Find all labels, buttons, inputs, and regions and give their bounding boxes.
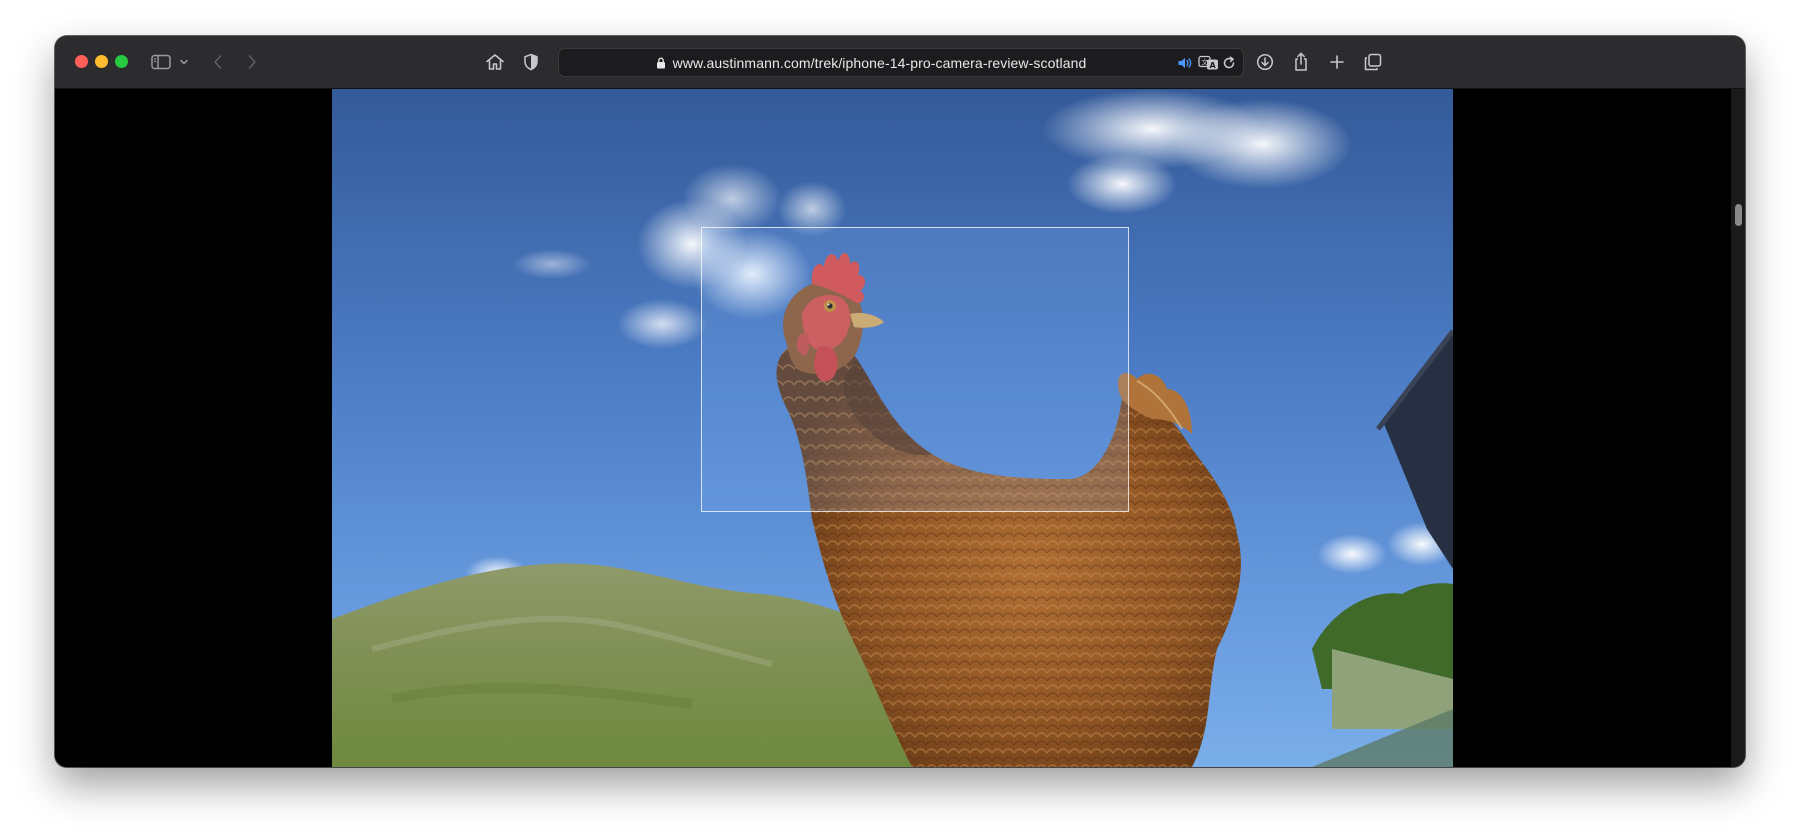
close-window-button[interactable] bbox=[75, 55, 88, 68]
shield-icon[interactable] bbox=[522, 49, 540, 75]
sidebar-icon[interactable] bbox=[150, 49, 172, 75]
svg-text:文: 文 bbox=[1201, 57, 1208, 66]
svg-text:A: A bbox=[1210, 60, 1217, 69]
plus-icon[interactable] bbox=[1328, 49, 1346, 75]
scrollbar-thumb[interactable] bbox=[1735, 204, 1742, 226]
page-content bbox=[55, 89, 1745, 767]
lock-icon bbox=[656, 57, 666, 69]
minimize-window-button[interactable] bbox=[95, 55, 108, 68]
reload-icon[interactable] bbox=[1222, 49, 1236, 76]
scrollbar[interactable] bbox=[1731, 89, 1745, 767]
hen-photo bbox=[332, 89, 1453, 767]
speaker-icon[interactable] bbox=[1177, 49, 1193, 76]
browser-toolbar: www.austinmann.com/trek/iphone-14-pro-ca… bbox=[55, 36, 1745, 89]
translate-icon[interactable]: 文A bbox=[1198, 49, 1220, 76]
download-icon[interactable] bbox=[1255, 49, 1275, 75]
share-icon[interactable] bbox=[1292, 49, 1310, 75]
url-text[interactable]: www.austinmann.com/trek/iphone-14-pro-ca… bbox=[673, 55, 1087, 71]
zoom-window-button[interactable] bbox=[115, 55, 128, 68]
chevron-left-icon[interactable] bbox=[210, 49, 226, 75]
chevron-right-icon[interactable] bbox=[244, 49, 260, 75]
tab-overview-icon[interactable] bbox=[1363, 49, 1383, 75]
home-icon[interactable] bbox=[484, 49, 506, 75]
browser-window: www.austinmann.com/trek/iphone-14-pro-ca… bbox=[55, 36, 1745, 767]
address-bar[interactable]: www.austinmann.com/trek/iphone-14-pro-ca… bbox=[558, 48, 1244, 77]
focus-highlight-box bbox=[701, 227, 1129, 512]
chevron-down-icon[interactable] bbox=[178, 49, 190, 75]
